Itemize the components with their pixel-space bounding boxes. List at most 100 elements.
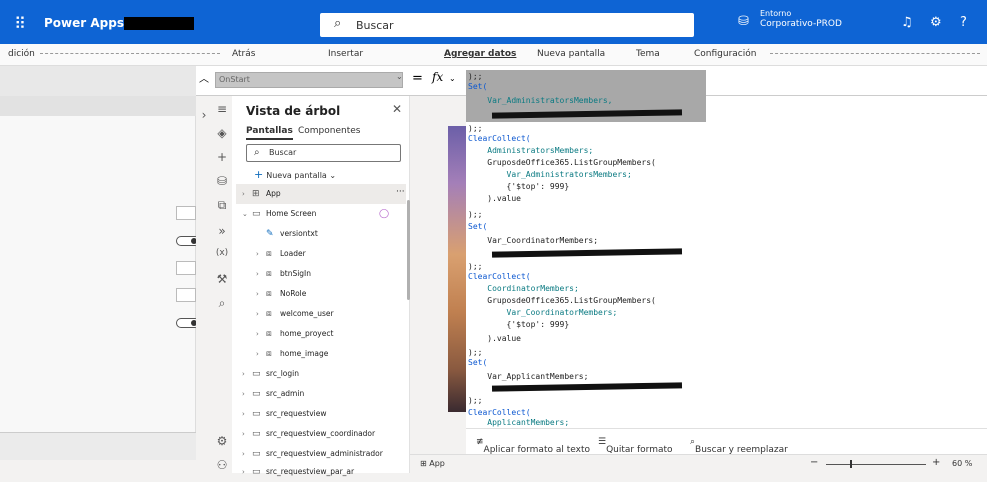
tree-item-screen[interactable]: › ▭ src_requestview_par_ar (236, 462, 406, 482)
tree-item-group[interactable]: › ⧈ NoRole (236, 284, 406, 304)
formula-editor[interactable]: );; Set( Var_AdministratorsMembers, );; … (466, 70, 706, 428)
zoom-in-button[interactable]: + (932, 457, 940, 468)
cmd-settings[interactable]: Configuración (694, 49, 756, 59)
tab-screens[interactable]: Pantallas (246, 126, 293, 140)
tree-item-label: home_proyect (280, 329, 334, 338)
environment-name: Corporativo-PROD (760, 19, 842, 29)
chevron-right-icon[interactable]: › (242, 184, 245, 204)
home-background-image (448, 126, 466, 412)
screen-icon: ▭ (252, 467, 261, 477)
find-replace-button[interactable]: ⌕ Buscar y reemplazar (690, 437, 788, 455)
canvas-input[interactable] (176, 206, 196, 220)
cmd-edit[interactable]: dición (8, 49, 35, 59)
cmd-theme[interactable]: Tema (636, 49, 660, 59)
chevron-right-icon[interactable]: › (256, 324, 259, 344)
tree-item-screen[interactable]: › ▭ src_requestview_coordinador (236, 424, 406, 444)
tree-view-icon[interactable]: ◈ (212, 126, 232, 140)
fx-icon[interactable]: fx (432, 70, 443, 84)
chevron-right-icon[interactable]: › (242, 384, 245, 404)
insert-icon[interactable]: + (212, 150, 232, 164)
search-icon[interactable]: ⌕ (212, 296, 232, 311)
remove-format-button[interactable]: ☰ Quitar formato (598, 437, 673, 455)
chevron-right-icon[interactable]: › (194, 108, 214, 122)
media-icon[interactable]: ⧉ (212, 198, 232, 213)
chevron-right-icon[interactable]: › (256, 284, 259, 304)
current-screen-selector[interactable]: ⊞ App (420, 459, 445, 468)
chevron-right-icon[interactable]: › (256, 304, 259, 324)
environment-picker[interactable]: Entorno Corporativo-PROD (760, 8, 842, 30)
format-text-button[interactable]: ≢ Aplicar formato al texto (476, 437, 590, 455)
canvas-input[interactable] (176, 261, 196, 275)
tree-item-screen[interactable]: ⌄ ▭ Home Screen ◯ (236, 204, 406, 224)
more-options-icon[interactable]: ··· (396, 182, 405, 202)
global-search-box[interactable]: ⌕ Buscar (320, 13, 694, 37)
chevron-right-icon[interactable]: › (242, 444, 245, 464)
chevron-right-icon[interactable]: › (242, 462, 245, 482)
chevron-right-icon[interactable]: › (242, 364, 245, 384)
environment-label: Entorno (760, 9, 792, 18)
zoom-out-button[interactable]: − (810, 457, 818, 468)
label-control-icon: ✎ (266, 229, 274, 239)
chevron-right-icon[interactable]: › (256, 264, 259, 284)
close-icon[interactable]: ✕ (392, 102, 402, 116)
chevron-down-icon[interactable]: ⌄ (242, 204, 248, 224)
code-line: Var_AdministratorsMembers; (468, 170, 632, 179)
chevron-right-icon[interactable]: › (242, 424, 245, 444)
code-line: Var_ApplicantMembers; (468, 372, 589, 381)
tree-item-app[interactable]: › ⊞ App ··· (236, 184, 406, 204)
cmd-add-data[interactable]: Agregar datos (444, 49, 516, 59)
bell-icon[interactable]: ♫ (901, 15, 913, 30)
new-screen-button[interactable]: + Nueva pantalla ⌄ (254, 168, 336, 181)
code-line: Set( (468, 358, 488, 367)
tree-item-group[interactable]: › ⧈ Loader (236, 244, 406, 264)
code-line: ).value (468, 194, 521, 203)
code-line: AdministratorsMembers; (468, 146, 594, 155)
help-icon[interactable]: ? (960, 15, 967, 30)
tree-item-group[interactable]: › ⧈ home_proyect (236, 324, 406, 344)
chevron-down-icon[interactable]: ⌄ (449, 74, 456, 83)
tree-item-screen[interactable]: › ▭ src_requestview (236, 404, 406, 424)
tree-item-screen[interactable]: › ▭ src_login (236, 364, 406, 384)
tree-item-group[interactable]: › ⧈ welcome_user (236, 304, 406, 324)
comment-icon[interactable]: ◯ (379, 204, 389, 224)
tree-item-group[interactable]: › ⧈ btnSigIn (236, 264, 406, 284)
chevron-right-icon[interactable]: › (242, 404, 245, 424)
tree-search-input[interactable]: ⌕ Buscar (246, 144, 401, 162)
advanced-tools-icon[interactable]: ⚒ (212, 272, 232, 286)
cmd-new-screen[interactable]: Nueva pantalla (537, 49, 605, 59)
zoom-slider[interactable] (826, 464, 926, 465)
account-icon[interactable]: ⚇ (212, 458, 232, 472)
chevron-right-icon[interactable]: › (256, 244, 259, 264)
tab-components[interactable]: Componentes (298, 126, 360, 136)
cmd-insert[interactable]: Insertar (328, 49, 363, 59)
tree-item-screen[interactable]: › ▭ src_admin (236, 384, 406, 404)
tree-item-group[interactable]: › ⧈ home_image (236, 344, 406, 364)
settings-icon[interactable]: ⚙ (212, 434, 232, 448)
code-line: Var_AdministratorsMembers, (468, 96, 613, 105)
tree-item-label: Home Screen (266, 209, 317, 218)
chevron-right-icon[interactable]: › (256, 344, 259, 364)
tree-item-label: btnSigIn (280, 269, 312, 278)
chevron-down-icon[interactable]: ⌄ (396, 72, 403, 81)
status-bar: ⊞ App − + 60 % (410, 454, 987, 473)
code-line: Set( (468, 82, 488, 91)
group-icon: ⧈ (266, 269, 272, 279)
tree-item-control[interactable]: ✎ versiontxt (236, 224, 406, 244)
screen-icon: ▭ (252, 449, 261, 459)
canvas-input[interactable] (176, 288, 196, 302)
zoom-percent: 60 % (952, 459, 973, 468)
data-icon[interactable]: ⛁ (212, 174, 232, 188)
hamburger-icon[interactable]: ≡ (212, 102, 232, 116)
chevron-up-icon[interactable]: ︿ (199, 70, 209, 85)
code-line: ClearCollect( (468, 272, 531, 281)
cmd-back[interactable]: Atrás (232, 49, 255, 59)
property-dropdown[interactable]: OnStart (215, 72, 403, 88)
gear-icon[interactable]: ⚙ (930, 15, 942, 30)
app-launcher-icon[interactable]: ⠿ (10, 14, 30, 34)
tree-item-screen[interactable]: › ▭ src_requestview_administrador (236, 444, 406, 464)
zoom-slider-thumb[interactable] (850, 460, 852, 468)
code-line: );; (468, 210, 483, 219)
variables-icon[interactable]: (x) (212, 248, 232, 258)
power-automate-icon[interactable]: » (212, 224, 232, 238)
group-icon: ⧈ (266, 249, 272, 259)
